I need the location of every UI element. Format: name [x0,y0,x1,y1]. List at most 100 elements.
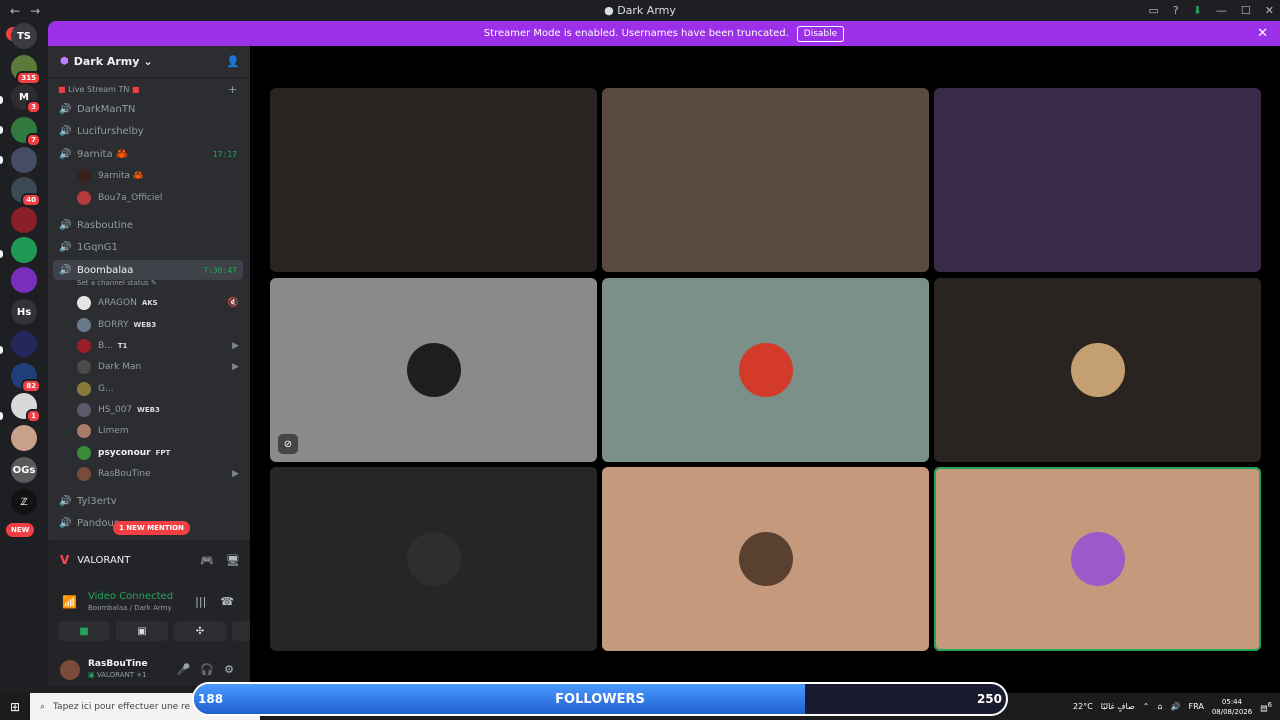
guild-header[interactable]: ⬢ Dark Army ⌄ 👤 [48,46,250,78]
speaker-icon: 🔊 [59,103,72,115]
channel-name: Boombalaa [77,264,134,276]
clock[interactable]: 05:44 08/08/2026 [1212,697,1252,717]
voice-member[interactable]: HS_007 WEB3 [77,401,243,419]
server-icon-10[interactable]: Hs [11,299,37,325]
avatar [77,446,91,460]
minimize-icon[interactable]: — [1216,4,1227,17]
disconnect-icon[interactable]: ☎ [220,595,234,608]
video-tile-6[interactable] [934,278,1261,462]
disable-button[interactable]: Disable [796,25,845,42]
volume-icon[interactable]: 🔊 [1171,702,1181,711]
category-header[interactable]: ■ Live Stream TN ■ + [58,83,237,96]
network-icon[interactable]: ⌂ [1157,702,1162,711]
server-icon-12[interactable]: 82 [11,363,41,393]
voice-member[interactable]: RasBouTine ▶ [77,465,243,483]
inbox-icon[interactable]: ▭ [1148,4,1158,17]
close-banner-icon[interactable]: ✕ [1257,26,1268,41]
voice-channel[interactable]: 🔊 Boombalaa 7:36:47 [53,260,243,280]
microphone-icon[interactable]: 🎤 [177,663,191,676]
voice-channel[interactable]: 🔊 Lucifurshelby [53,121,243,141]
server-icon-6[interactable]: 40 [11,177,41,207]
maximize-icon[interactable]: ☐ [1241,4,1251,17]
video-tile-2[interactable] [602,88,929,272]
weather-temp[interactable]: 22°C [1073,702,1093,711]
user-name[interactable]: RasBouTine [88,659,148,669]
invite-people-icon[interactable]: 👤 [226,55,240,68]
new-mention-pill[interactable]: 1 NEW MENTION [113,521,190,535]
voice-member[interactable]: psyconour FPT [77,444,243,462]
video-tile-9[interactable] [934,467,1261,651]
video-tile-5[interactable] [602,278,929,462]
tray-chevron-icon[interactable]: ⌃ [1143,702,1150,711]
avatar [738,343,793,397]
forward-arrow-icon[interactable]: → [30,4,40,18]
server-icon-9[interactable] [11,267,37,293]
screen-share-icon[interactable]: 🖥 [226,554,240,567]
voice-channel[interactable]: 🔊 DarkManTN [53,99,243,119]
video-tile-7[interactable] [270,467,597,651]
speaker-icon: 🔊 [59,125,72,137]
server-icon-1[interactable]: TS [11,23,37,49]
voice-member[interactable]: Bou7a_Officiel [77,189,243,207]
voice-member[interactable]: ARAGON AKS 🔇 [77,294,243,312]
voice-member[interactable]: G... [77,380,243,398]
server-icon-16[interactable]: ℤ [11,489,37,515]
avatar [406,343,461,397]
channel-name: DarkManTN [77,103,136,115]
download-icon[interactable]: ⬇ [1193,4,1202,17]
screen-share-button[interactable]: ▣ [116,621,168,641]
server-icon: ● [604,4,618,17]
unread-badge: 1 [26,409,41,423]
server-icon-15[interactable]: OGs [11,457,37,483]
weather-text[interactable]: صافٍ غالبًا [1101,702,1135,711]
game-controller-icon[interactable]: 🎮 [200,554,214,567]
voice-status[interactable]: Video Connected [88,591,173,602]
video-tile-3[interactable] [934,88,1261,272]
video-tile-1[interactable] [270,88,597,272]
activity-panel: V VALORANT 🎮 🖥 [48,540,250,580]
settings-gear-icon[interactable]: ⚙ [224,663,234,676]
server-icon-8[interactable] [11,237,37,263]
close-window-icon[interactable]: ✕ [1265,4,1274,17]
windows-start-icon[interactable]: ⊞ [0,700,30,714]
followers-label: FOLLOWERS [555,692,645,707]
voice-member[interactable]: B... T1 ▶ [77,337,243,355]
help-icon[interactable]: ? [1173,4,1179,17]
unread-badge: 7 [26,133,41,147]
voice-channel[interactable]: 🔊 Tyl3ertv [53,491,243,511]
avatar [77,318,91,332]
voice-member[interactable]: 9arnita 🦀 [77,167,243,185]
server-icon-5[interactable] [11,147,37,173]
voice-member[interactable]: Limem [77,422,243,440]
channel-status[interactable]: Set a channel status ✎ [77,279,157,287]
language[interactable]: FRA [1189,702,1204,711]
notification-icon[interactable]: ▤6 [1260,701,1272,713]
server-icon-3[interactable]: M3 [11,84,41,114]
voice-channel[interactable]: 🔊 Rasboutine [53,215,243,235]
voice-member[interactable]: BORRY WEB3 [77,316,243,334]
noise-suppression-icon[interactable]: ||| [195,595,206,608]
add-channel-icon[interactable]: + [228,83,237,96]
signal-icon[interactable]: 📶 [62,595,77,609]
server-icon-14[interactable] [11,425,37,451]
avatar [77,467,91,481]
video-tile-4[interactable]: ⊘ [270,278,597,462]
headphones-icon[interactable]: 🎧 [200,663,214,676]
back-arrow-icon[interactable]: ← [10,4,20,18]
server-icon-11[interactable] [11,331,37,357]
voice-channel[interactable]: 🔊 9arnita 🦀 17:17 [53,144,243,164]
clan-tag: WEB3 [137,406,160,414]
voice-channel[interactable]: 🔊 1GqnG1 [53,237,243,257]
new-unreads-pill[interactable]: NEW [6,523,35,537]
activities-button[interactable]: ✣ [174,621,226,641]
camera-button[interactable]: ■ [58,621,110,641]
server-icon-7[interactable] [11,207,37,233]
avatar [77,403,91,417]
server-icon-4[interactable]: 7 [11,117,41,147]
server-icon-13[interactable]: 1 [11,393,41,423]
voice-member[interactable]: Dark Man ▶ [77,358,243,376]
server-icon-2[interactable]: 315 [11,55,41,85]
channel-timer: 7:36:47 [203,265,237,275]
avatar[interactable] [60,660,80,680]
video-tile-8[interactable] [602,467,929,651]
